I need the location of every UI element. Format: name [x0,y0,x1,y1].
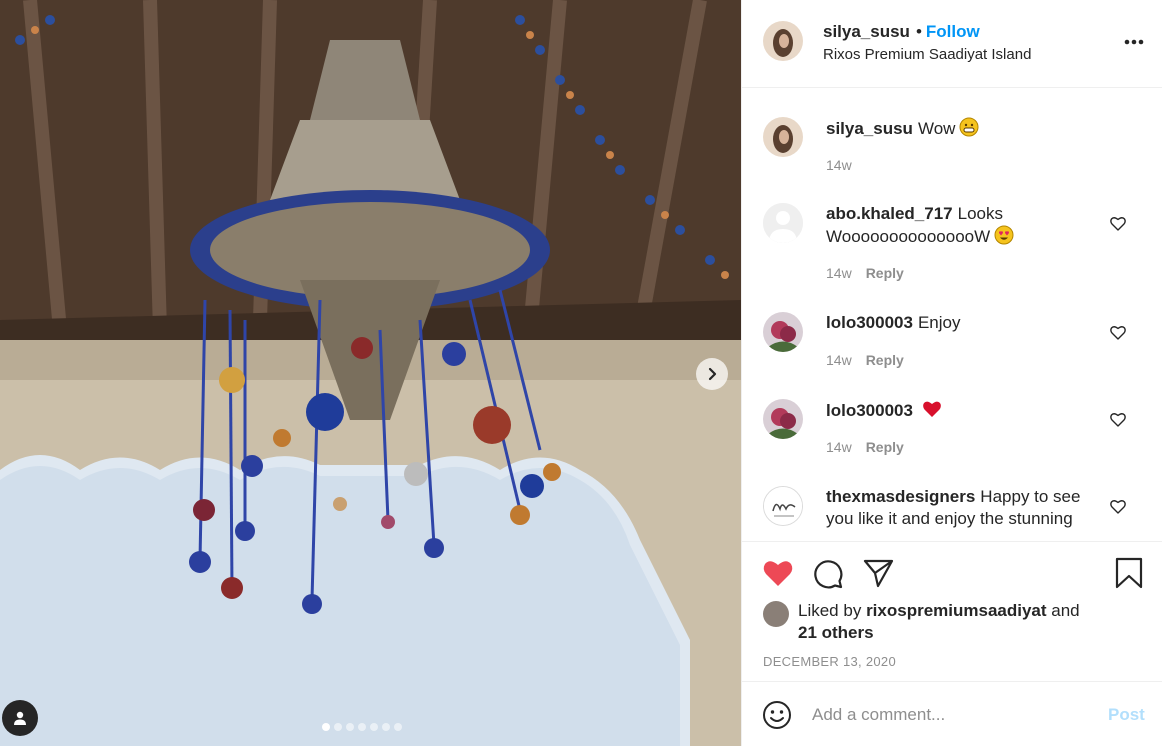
liked-by-prefix: Liked by [798,601,862,620]
more-horizontal-icon [1124,39,1144,45]
comment-text: lolo300003 Enjoy [826,312,1101,334]
avatar-image [763,21,803,61]
like-comment-button[interactable] [1108,409,1128,429]
commenter-avatar[interactable] [763,117,803,157]
comment-body: Enjoy [917,313,961,332]
comment-time[interactable]: 14w [826,265,852,281]
like-button[interactable] [761,556,795,590]
pagination-dot [322,723,330,731]
red-heart-icon [923,401,941,417]
paper-plane-icon [863,559,894,588]
comment-body: Wow [917,119,956,138]
grinning-face-icon [959,117,979,137]
post-comment-button[interactable]: Post [1108,705,1145,725]
save-button[interactable] [1112,556,1146,590]
comment-text: thexmasdesigners Happy to see you like it… [826,486,1101,530]
smiley-face-icon [763,701,791,729]
pagination-dot [394,723,402,731]
pagination-dot [346,723,354,731]
chandelier-photo-image [0,0,741,746]
comment-time[interactable]: 14w [826,157,852,173]
liked-by-and: and [1051,601,1080,620]
comment-time[interactable]: 14w [826,352,852,368]
xmas-designers-logo-image [764,487,802,525]
liked-by-text: Liked by rixospremiumsaadiyat and 21 oth… [798,600,1098,644]
author-line: silya_susu • Follow [823,22,980,42]
commenter-username[interactable]: lolo300003 [826,313,913,332]
heart-outline-icon [1110,216,1126,231]
reply-button[interactable]: Reply [866,352,904,368]
next-photo-button[interactable] [696,358,728,390]
follow-button[interactable]: Follow [926,22,980,41]
avatar-image [763,117,803,157]
commenter-username[interactable]: thexmasdesigners [826,487,975,506]
more-options-button[interactable] [1122,30,1146,54]
user-icon [14,711,26,725]
add-comment-bar: Post [742,683,1162,746]
commenter-avatar[interactable] [763,203,803,243]
liker-avatar[interactable] [763,601,789,627]
heart-eyes-face-icon [994,225,1014,245]
heart-filled-icon [763,561,793,586]
post-side-panel: silya_susu • Follow Rixos Premium Saadiyat… [741,0,1162,746]
emoji-picker-button[interactable] [761,699,793,731]
bookmark-icon [1115,557,1143,589]
chevron-right-icon [708,367,717,381]
pagination-dot [334,723,342,731]
pagination-dot [370,723,378,731]
tagged-users-button[interactable] [2,700,38,736]
author-avatar[interactable] [763,21,803,61]
commenter-username[interactable]: lolo300003 [826,401,913,420]
commenter-avatar[interactable] [763,486,803,526]
photo-pagination-dots [322,723,402,731]
commenter-username[interactable]: silya_susu [826,119,913,138]
comment-meta: 14w Reply [826,439,904,455]
instagram-post-view: silya_susu • Follow Rixos Premium Saadiyat… [0,0,1162,746]
comments-list[interactable]: silya_susu Wow 14w abo.khaled_717 Looks Wo… [742,89,1162,541]
others-likes-link[interactable]: 21 others [798,623,874,642]
comment-meta: 14w Reply [826,352,904,368]
heart-outline-icon [1110,325,1126,340]
commenter-username[interactable]: abo.khaled_717 [826,204,953,223]
post-date[interactable]: DECEMBER 13, 2020 [763,654,896,669]
comment-text: lolo300003 [826,399,1101,422]
comment-text: silya_susu Wow [826,117,1101,140]
avatar-image [763,399,803,439]
pagination-dot [358,723,366,731]
comment-meta: 14w [826,157,852,173]
comment-meta: 14w Reply [826,265,904,281]
post-header: silya_susu • Follow Rixos Premium Saadiyat… [742,0,1162,88]
reply-button[interactable]: Reply [866,439,904,455]
comment-button[interactable] [811,556,845,590]
commenter-avatar[interactable] [763,399,803,439]
location-link[interactable]: Rixos Premium Saadiyat Island [823,46,1031,63]
commenter-avatar[interactable] [763,312,803,352]
like-comment-button[interactable] [1108,496,1128,516]
comment-time[interactable]: 14w [826,439,852,455]
reply-button[interactable]: Reply [866,265,904,281]
default-avatar-icon [763,203,803,243]
avatar-image [763,312,803,352]
post-actions-bar: Liked by rixospremiumsaadiyat and 21 oth… [742,541,1162,682]
liker-username-link[interactable]: rixospremiumsaadiyat [866,601,1046,620]
post-photo[interactable] [0,0,741,746]
author-username-link[interactable]: silya_susu [823,22,910,41]
pagination-dot [382,723,390,731]
follow-separator: • [915,22,922,41]
share-button[interactable] [861,556,895,590]
comment-text: abo.khaled_717 Looks WooooooooooooooW [826,203,1101,248]
like-comment-button[interactable] [1108,322,1128,342]
speech-bubble-icon [814,560,843,589]
comment-input[interactable] [812,701,1092,729]
heart-outline-icon [1110,412,1126,427]
like-comment-button[interactable] [1108,213,1128,233]
heart-outline-icon [1110,499,1126,514]
